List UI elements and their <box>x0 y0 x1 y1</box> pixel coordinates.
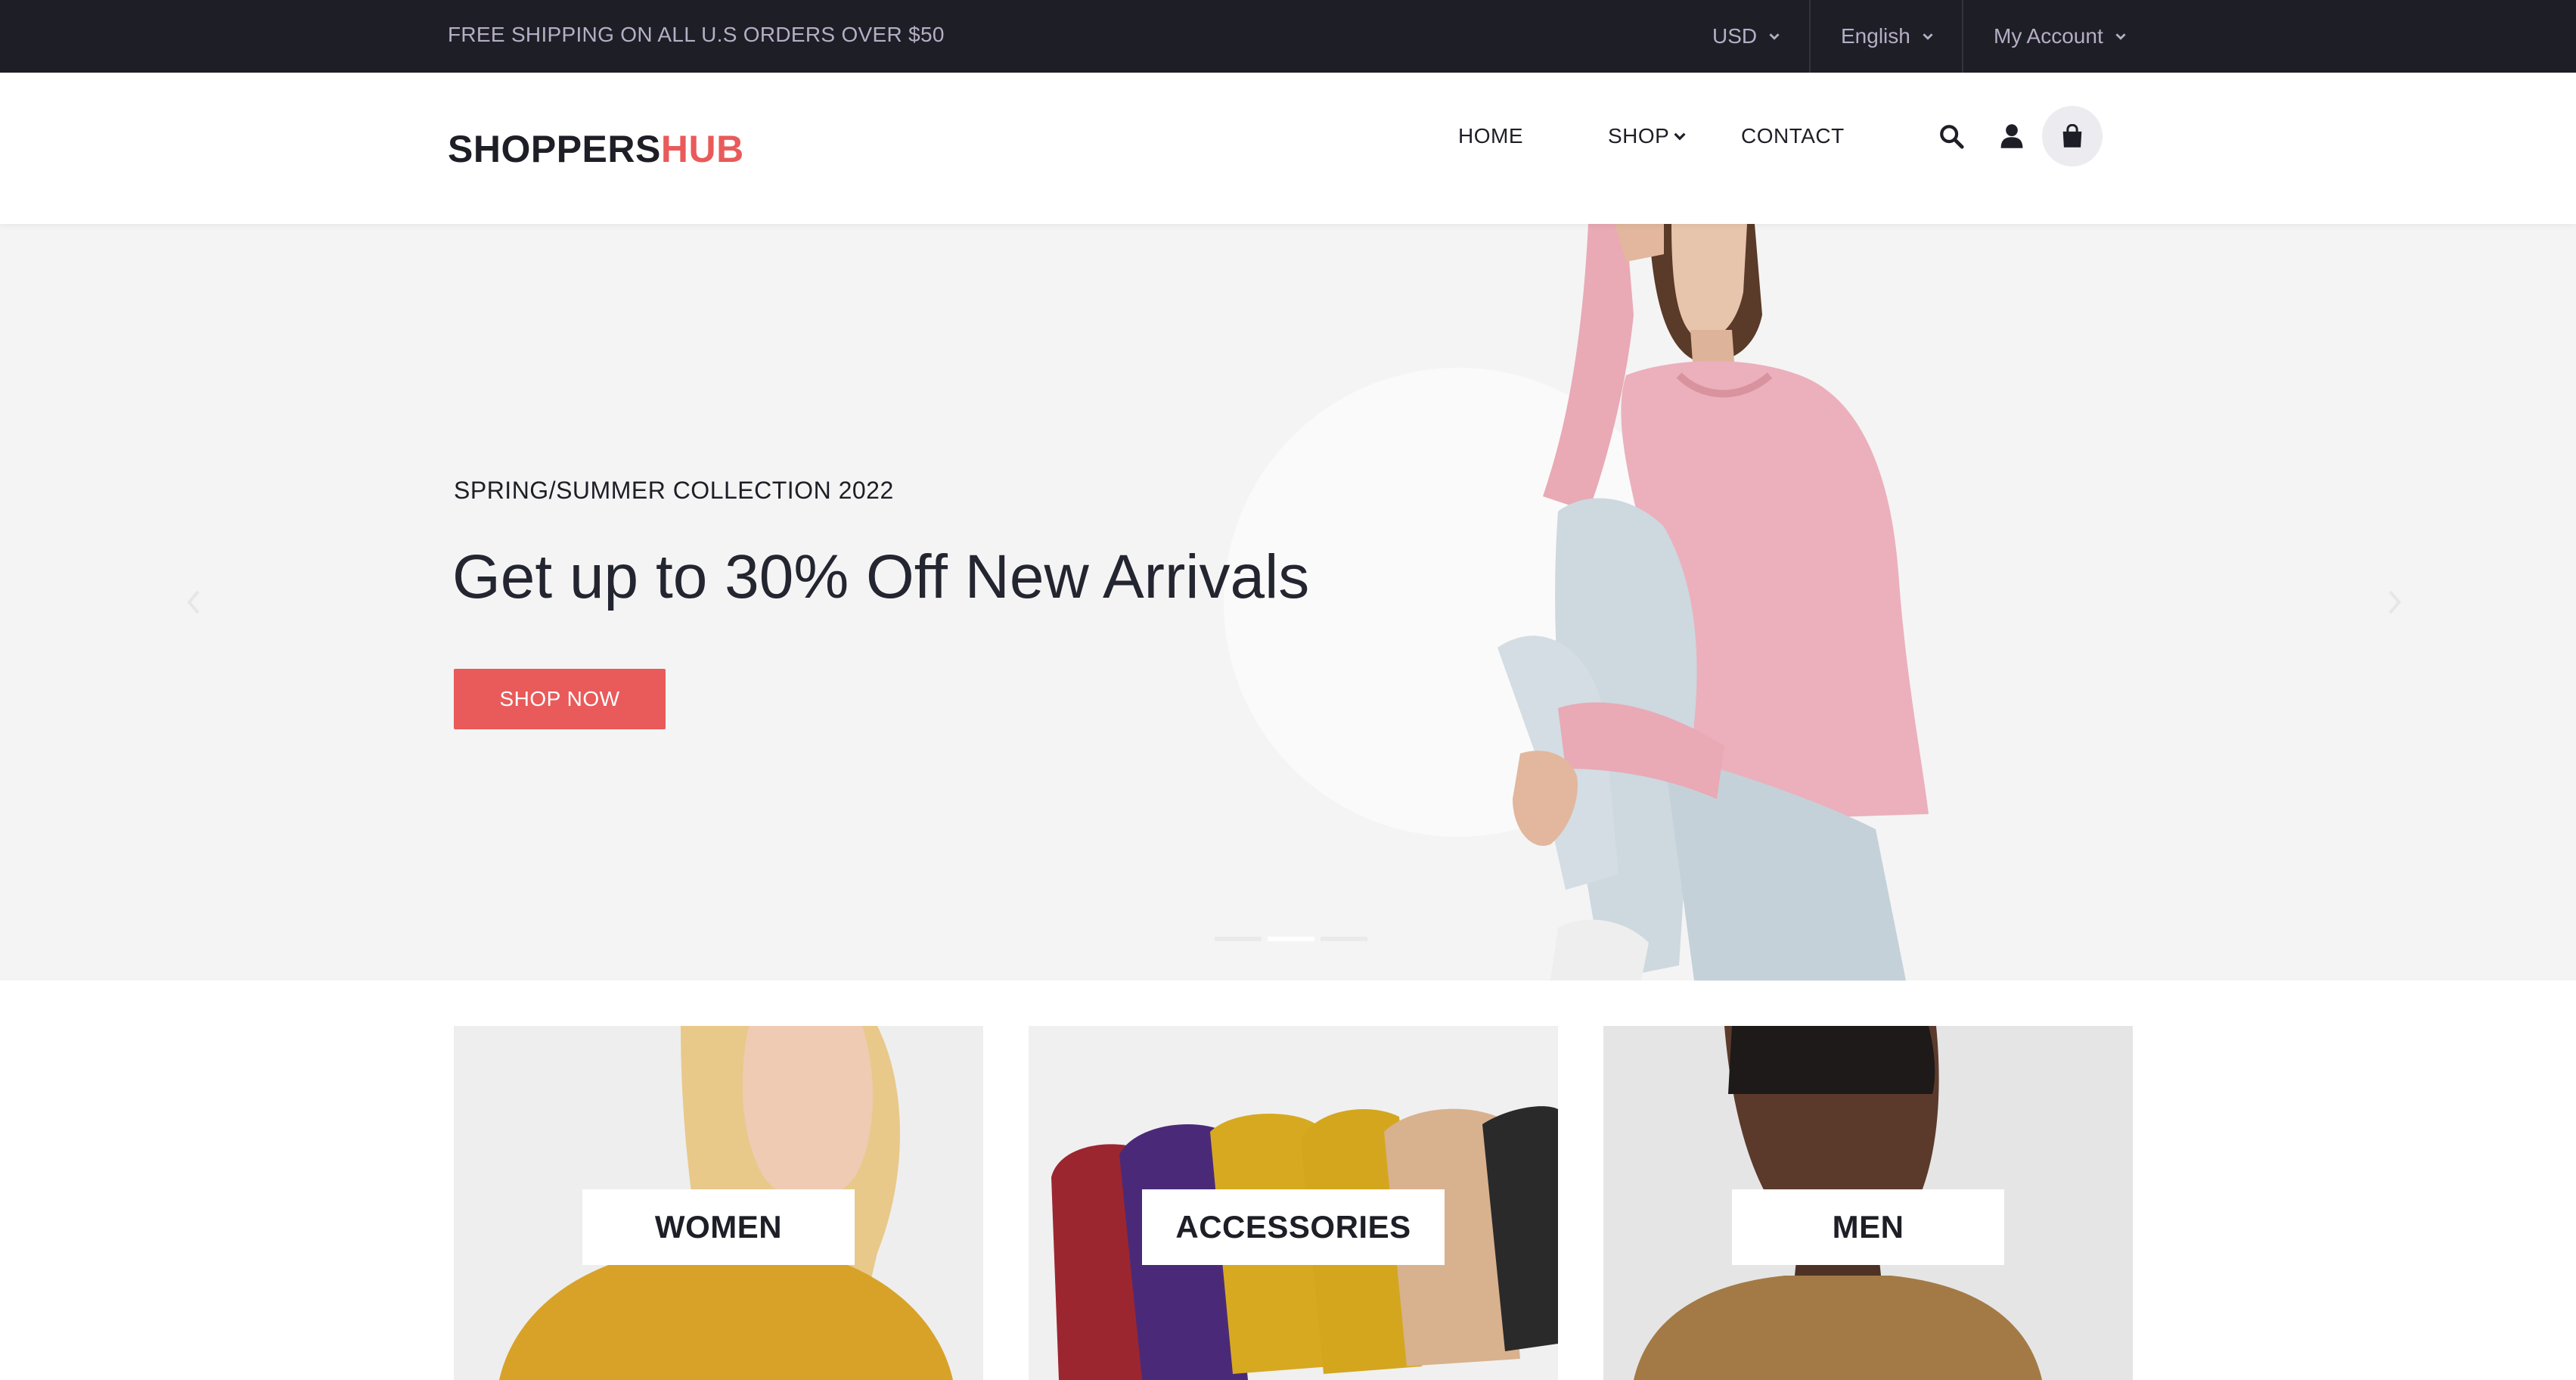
slider-indicators <box>1215 937 1367 941</box>
nav-shop-link[interactable]: SHOP <box>1608 124 1686 148</box>
chevron-down-icon <box>1769 33 1780 40</box>
topbar-divider <box>1809 0 1811 73</box>
logo-text-accent: HUB <box>660 128 744 170</box>
currency-dropdown[interactable]: USD <box>1712 0 1780 73</box>
hero-slider: SPRING/SUMMER COLLECTION 2022 Get up to … <box>0 224 2576 981</box>
user-icon[interactable] <box>1995 120 2028 153</box>
hero-model-image <box>1497 224 1929 981</box>
account-dropdown[interactable]: My Account <box>1994 0 2126 73</box>
chevron-down-icon <box>1674 132 1686 141</box>
category-label: MEN <box>1732 1189 2004 1265</box>
nav-home-link[interactable]: HOME <box>1458 124 1523 148</box>
topbar-divider <box>1962 0 1963 73</box>
category-banner-accessories[interactable]: ACCESSORIES <box>1029 1026 1558 1380</box>
shopping-bag-icon <box>2062 124 2082 148</box>
slider-next-arrow[interactable] <box>2379 580 2410 625</box>
main-header: SHOPPERSHUB HOME SHOP CONTACT <box>0 73 2576 224</box>
top-bar: FREE SHIPPING ON ALL U.S ORDERS OVER $50… <box>0 0 2576 73</box>
nav-shop-label: SHOP <box>1608 124 1670 148</box>
slider-prev-arrow[interactable] <box>178 580 209 625</box>
category-banner-men[interactable]: MEN <box>1603 1026 2133 1380</box>
account-label: My Account <box>1994 24 2103 48</box>
site-logo[interactable]: SHOPPERSHUB <box>448 127 744 171</box>
nav-contact-link[interactable]: CONTACT <box>1741 124 1845 148</box>
category-label: ACCESSORIES <box>1142 1189 1445 1265</box>
category-label: WOMEN <box>582 1189 855 1265</box>
chevron-down-icon <box>1923 33 1933 40</box>
slider-dot-active[interactable] <box>1268 937 1314 941</box>
chevron-down-icon <box>2115 33 2126 40</box>
hero-subtitle: SPRING/SUMMER COLLECTION 2022 <box>454 477 894 504</box>
category-banner-women[interactable]: WOMEN <box>454 1026 983 1380</box>
search-icon[interactable] <box>1935 120 1968 153</box>
shop-now-button[interactable]: SHOP NOW <box>454 669 666 729</box>
logo-text-primary: SHOPPERS <box>448 128 661 170</box>
language-label: English <box>1841 24 1910 48</box>
slider-dot[interactable] <box>1215 937 1262 941</box>
currency-label: USD <box>1712 24 1758 48</box>
language-dropdown[interactable]: English <box>1841 0 1933 73</box>
slider-dot[interactable] <box>1321 937 1367 941</box>
hero-headline: Get up to 30% Off New Arrivals <box>452 542 1310 611</box>
cart-button[interactable] <box>2042 106 2103 166</box>
shipping-promo-text: FREE SHIPPING ON ALL U.S ORDERS OVER $50 <box>448 23 945 46</box>
